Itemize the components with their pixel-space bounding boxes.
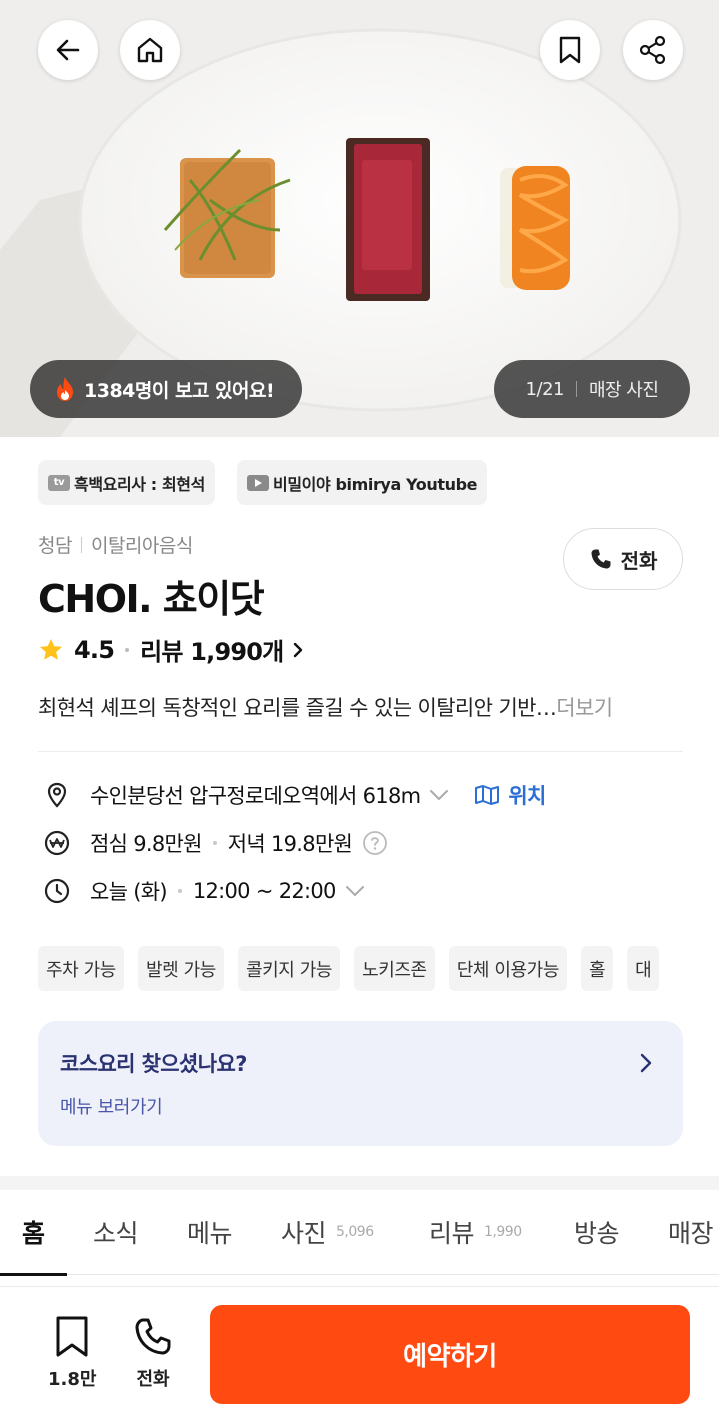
- tag-more: 대: [627, 946, 660, 991]
- phone-icon: [135, 1318, 171, 1355]
- tab-broadcast[interactable]: 방송: [574, 1190, 620, 1275]
- divider: [80, 536, 82, 553]
- tab-count: 1,990: [484, 1224, 522, 1240]
- tab-photos[interactable]: 사진 5,096: [281, 1190, 374, 1275]
- viewers-text: 1384명이 보고 있어요!: [84, 379, 275, 402]
- tab-label: 사진: [281, 1219, 327, 1248]
- tag-valet: 발렛 가능: [137, 946, 224, 991]
- viewers-badge: 1384명이 보고 있어요!: [30, 360, 302, 418]
- reviews-link[interactable]: 리뷰 1,990개: [140, 632, 284, 667]
- day-label: 오늘 (화): [90, 880, 168, 904]
- area-label: 청담: [38, 535, 72, 557]
- won-icon: [44, 830, 70, 856]
- dinner-price: 저녁 19.8만원: [227, 832, 353, 856]
- cuisine-label: 이탈리아음식: [90, 535, 193, 557]
- call-button-bottom[interactable]: 전화: [133, 1315, 173, 1391]
- divider: [38, 751, 683, 752]
- hero-photo[interactable]: 1384명이 보고 있어요! 1/21 매장 사진: [0, 0, 719, 437]
- youtube-icon: [247, 474, 269, 491]
- chevron-down-icon: [345, 886, 364, 897]
- tag-no-kids: 노키즈존: [354, 946, 435, 991]
- call-button[interactable]: 전화: [563, 528, 683, 590]
- save-button[interactable]: 1.8만: [48, 1315, 96, 1391]
- tab-menu[interactable]: 메뉴: [187, 1190, 233, 1275]
- arrow-left-icon: [56, 39, 80, 61]
- fire-icon: [54, 376, 76, 402]
- tab-label: 리뷰: [429, 1219, 475, 1248]
- share-icon: [639, 35, 666, 65]
- tab-label: 메뉴: [187, 1219, 233, 1248]
- bookmark-icon: [56, 1316, 88, 1357]
- tab-news[interactable]: 소식: [93, 1190, 139, 1275]
- back-button[interactable]: [38, 20, 98, 80]
- map-pin-icon: [44, 782, 70, 808]
- hours-row[interactable]: 오늘 (화) 12:00 ~ 22:00: [44, 876, 366, 906]
- tab-reviews[interactable]: 리뷰 1,990: [429, 1190, 522, 1275]
- amenity-tags: 주차 가능 발렛 가능 콜키지 가능 노키즈존 단체 이용가능 홀 대: [38, 946, 673, 991]
- call-label: 전화: [620, 548, 658, 573]
- restaurant-name: CHOI. 쵸이닷: [38, 577, 265, 621]
- lunch-price: 점심 9.8만원: [90, 832, 202, 856]
- section-divider: [0, 1176, 719, 1190]
- tab-store[interactable]: 매장: [668, 1190, 714, 1275]
- tag-parking: 주차 가능: [38, 946, 124, 991]
- hours-text: 12:00 ~ 22:00: [192, 879, 337, 903]
- tag-corkage: 콜키지 가능: [237, 946, 341, 991]
- price-row: 점심 9.8만원 저녁 19.8만원: [44, 828, 388, 858]
- tab-label: 매장: [668, 1219, 714, 1248]
- category-line: 청담 이탈리아음식: [38, 531, 193, 558]
- location-text: 수인분당선 압구정로데오역에서 618m: [90, 784, 421, 808]
- photo-counter: 1/21: [525, 378, 565, 400]
- location-link-label: 위치: [508, 784, 546, 808]
- description-text: 최현석 셰프의 독창적인 요리를 즐길 수 있는 이탈리안 기반…: [38, 696, 557, 720]
- photo-label: 매장 사진: [588, 380, 659, 401]
- tag-group: 단체 이용가능: [448, 946, 567, 991]
- divider: [575, 381, 577, 397]
- location-row[interactable]: 수인분당선 압구정로데오역에서 618m 위치: [44, 780, 546, 810]
- separator-dot: [125, 647, 130, 652]
- course-subtitle: 메뉴 보러가기: [60, 1097, 163, 1118]
- location-link[interactable]: 위치: [474, 780, 546, 810]
- tv-show-chip[interactable]: tv 흑백요리사 : 최현석: [38, 460, 215, 505]
- bottom-action-bar: 1.8만 전화 예약하기: [0, 1286, 719, 1417]
- share-button[interactable]: [623, 20, 683, 80]
- home-icon: [137, 37, 163, 63]
- youtube-chip[interactable]: 비밀이야 bimirya Youtube: [237, 460, 488, 505]
- more-link[interactable]: 더보기: [556, 696, 613, 720]
- bookmark-icon: [559, 36, 581, 64]
- save-count: 1.8만: [48, 1369, 97, 1390]
- call-label: 전화: [136, 1369, 170, 1390]
- photo-gallery-button[interactable]: 1/21 매장 사진: [494, 360, 690, 418]
- chevron-down-icon: [430, 790, 449, 801]
- chip-label: 비밀이야 bimirya Youtube: [273, 474, 478, 494]
- tab-bar: 홈 소식 메뉴 사진 5,096 리뷰 1,990 방송 매장: [0, 1190, 719, 1276]
- tab-label: 방송: [574, 1219, 620, 1248]
- bookmark-button[interactable]: [540, 20, 600, 80]
- course-title: 코스요리 찾으셨나요?: [60, 1052, 247, 1076]
- separator-dot: [212, 841, 217, 845]
- description: 최현석 셰프의 독창적인 요리를 즐길 수 있는 이탈리안 기반…더보기: [38, 692, 688, 722]
- rating-value: 4.5: [74, 635, 115, 664]
- rating-row[interactable]: 4.5 리뷰 1,990개: [38, 632, 307, 667]
- chip-label: 흑백요리사 : 최현석: [74, 474, 205, 494]
- help-icon[interactable]: [362, 830, 388, 856]
- tab-home[interactable]: 홈: [0, 1190, 66, 1276]
- separator-dot: [177, 889, 182, 893]
- tab-count: 5,096: [336, 1224, 374, 1240]
- chevron-right-icon: [640, 1053, 652, 1073]
- phone-icon: [591, 549, 611, 569]
- home-button[interactable]: [120, 20, 180, 80]
- tag-hall: 홀: [580, 946, 614, 991]
- chevron-right-icon: [294, 642, 303, 657]
- map-icon: [475, 785, 500, 805]
- clock-icon: [44, 878, 70, 904]
- reserve-button[interactable]: 예약하기: [210, 1305, 690, 1404]
- tab-label: 소식: [93, 1219, 139, 1248]
- tab-label: 홈: [22, 1219, 45, 1248]
- course-banner[interactable]: 코스요리 찾으셨나요? 메뉴 보러가기: [38, 1021, 683, 1146]
- tv-icon: tv: [48, 474, 70, 491]
- star-icon: [39, 638, 63, 660]
